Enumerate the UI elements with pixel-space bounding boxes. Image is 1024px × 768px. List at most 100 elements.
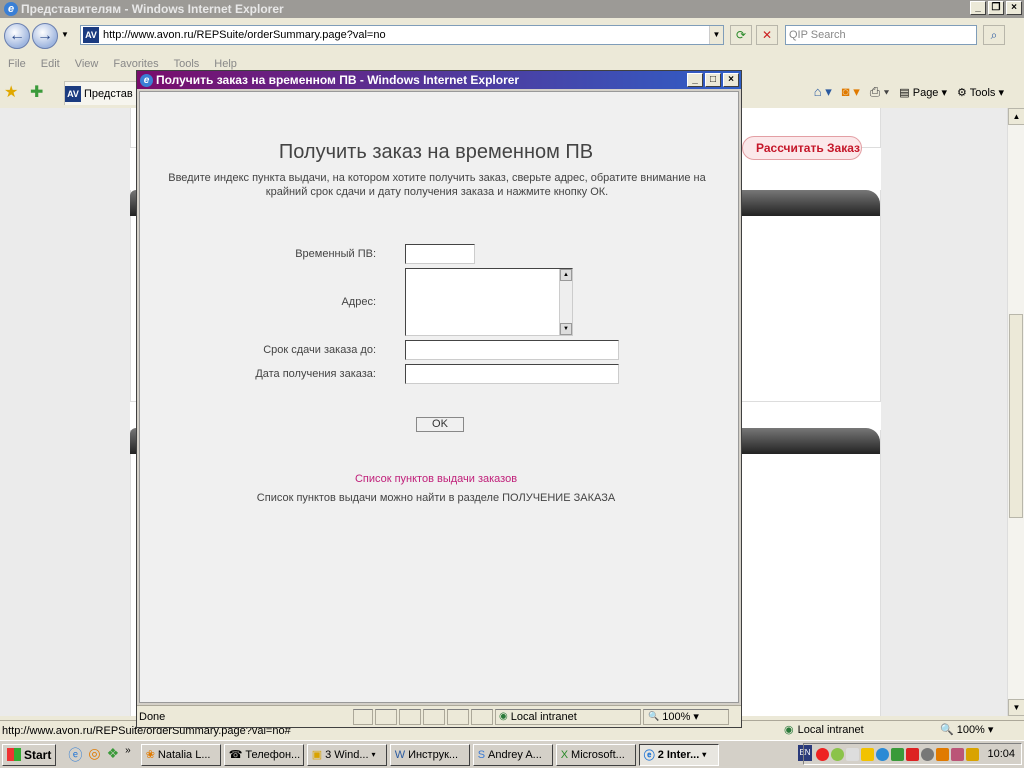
ok-button[interactable]: OK	[416, 417, 464, 432]
page-scrollbar[interactable]: ▲ ▼	[1007, 108, 1024, 716]
back-button[interactable]: ←	[4, 23, 30, 49]
address-toolbar: ← → ▼ AV http://www.avon.ru/REPSuite/ord…	[0, 18, 1024, 54]
search-input[interactable]: QIP Search	[785, 25, 977, 45]
task-phone[interactable]: ☎ Телефон...	[223, 743, 304, 766]
tray-icon[interactable]	[846, 747, 860, 761]
textarea-scroll-up-icon[interactable]: ▲	[560, 269, 572, 281]
ie-quicklaunch-icon[interactable]: ⓔ	[68, 745, 82, 765]
zoom-icon: 🔍	[940, 724, 954, 736]
menu-edit[interactable]: Edit	[41, 56, 66, 74]
tray-icon[interactable]	[936, 747, 950, 761]
history-dropdown-icon[interactable]: ▼	[61, 30, 69, 39]
main-window-titlebar: e Представителям - Windows Internet Expl…	[0, 0, 1024, 18]
zoom-control[interactable]: 🔍 100% ▾	[940, 723, 994, 737]
scroll-thumb[interactable]	[1009, 314, 1023, 518]
page-menu[interactable]: ▤ Page ▾	[899, 86, 947, 99]
popup-window-title: Получить заказ на временном ПВ - Windows…	[156, 73, 520, 87]
deadline-label: Срок сдачи заказа до:	[263, 344, 376, 356]
scroll-up-icon[interactable]: ▲	[1008, 108, 1024, 125]
status-cell	[447, 708, 469, 725]
forward-button[interactable]: →	[32, 23, 58, 49]
tray-icon[interactable]	[951, 747, 965, 761]
popup-close-button[interactable]: ×	[723, 73, 739, 87]
task-explorer-windows[interactable]: ▣ 3 Wind... ▾	[306, 743, 387, 766]
receive-date-input[interactable]	[405, 364, 619, 384]
group-dropdown-icon: ▾	[702, 750, 707, 759]
textarea-scroll-down-icon[interactable]: ▼	[560, 323, 572, 335]
address-dropdown-icon[interactable]: ▼	[709, 26, 723, 44]
popup-content: Получить заказ на временном ПВ Введите и…	[139, 91, 739, 703]
home-icon[interactable]: ⌂ ▾	[814, 84, 832, 100]
security-zone[interactable]: ◉ Local intranet	[784, 723, 864, 737]
temp-pv-label: Временный ПВ:	[295, 248, 376, 260]
app-quicklaunch-icon[interactable]: ❖	[107, 745, 120, 765]
address-textarea[interactable]: ▲ ▼	[405, 268, 573, 336]
temp-pv-input[interactable]	[405, 244, 475, 264]
network-tray-icon[interactable]	[876, 747, 890, 761]
tools-menu[interactable]: ⚙ Tools ▾	[957, 86, 1004, 99]
status-cell	[423, 708, 445, 725]
popup-minimize-button[interactable]: _	[687, 73, 703, 87]
restore-button[interactable]: ❐	[988, 1, 1004, 15]
menu-view[interactable]: View	[75, 56, 105, 74]
skype-icon: S	[477, 748, 486, 761]
icq-tray-icon[interactable]	[831, 747, 845, 761]
task-instructions[interactable]: W Инструк...	[389, 743, 470, 766]
phone-icon: ☎	[228, 749, 243, 761]
main-window-title: Представителям - Windows Internet Explor…	[21, 2, 284, 16]
scroll-down-icon[interactable]: ▼	[1008, 699, 1024, 716]
menu-file[interactable]: File	[8, 56, 32, 74]
quicklaunch-more-icon[interactable]: »	[125, 745, 131, 765]
system-tray: 10:04	[803, 743, 1022, 765]
pickup-points-note: Список пунктов выдачи можно найти в разд…	[256, 492, 616, 504]
tray-icon[interactable]	[906, 747, 920, 761]
tray-icon[interactable]	[891, 747, 905, 761]
url-text[interactable]: http://www.avon.ru/REPSuite/orderSummary…	[103, 29, 709, 41]
task-internet-explorer[interactable]: ⓔ 2 Inter... ▾	[638, 743, 719, 766]
excel-icon: X	[560, 748, 569, 761]
popup-maximize-button[interactable]: □	[705, 73, 721, 87]
address-scrollbar[interactable]: ▲ ▼	[559, 269, 572, 335]
group-dropdown-icon: ▾	[371, 750, 376, 759]
speaker-tray-icon[interactable]	[966, 747, 980, 761]
ie-logo-icon: e	[4, 2, 18, 16]
minimize-button[interactable]: _	[970, 1, 986, 15]
clock: 10:04	[987, 748, 1015, 760]
browser-quicklaunch-icon[interactable]: ◎	[88, 745, 100, 765]
tab-current[interactable]: AV Представ	[64, 81, 144, 105]
task-natalia[interactable]: ❀ Natalia L...	[140, 743, 221, 766]
print-icon[interactable]: ⎙ ▾	[870, 84, 889, 100]
calculate-order-button[interactable]: Рассчитать Заказ	[742, 136, 862, 160]
word-icon: W	[394, 748, 406, 761]
stop-button[interactable]: ✕	[756, 25, 778, 45]
quick-launch: ⓔ ◎ ❖ »	[68, 745, 130, 765]
address-field[interactable]: AV http://www.avon.ru/REPSuite/orderSumm…	[80, 25, 724, 45]
popup-zoom-dropdown-icon[interactable]: ▾	[693, 710, 699, 723]
page-right-margin	[881, 108, 1007, 716]
ie-task-icon: ⓔ	[643, 749, 655, 762]
search-icon[interactable]: ⌕	[983, 25, 1005, 45]
task-microsoft[interactable]: X Microsoft...	[555, 743, 636, 766]
feeds-icon[interactable]: ◙ ▾	[842, 84, 860, 100]
pickup-points-link[interactable]: Список пунктов выдачи заказов	[140, 473, 732, 485]
tray-icon[interactable]	[861, 747, 875, 761]
popup-heading: Получить заказ на временном ПВ	[278, 141, 594, 163]
refresh-button[interactable]: ⟳	[730, 25, 752, 45]
address-label: Адрес:	[341, 296, 376, 308]
deadline-input[interactable]	[405, 340, 619, 360]
popup-intranet-icon: ◉	[499, 711, 508, 722]
status-cell	[353, 708, 373, 725]
start-button[interactable]: Start	[2, 743, 57, 766]
command-bar: ⌂ ▾ ◙ ▾ ⎙ ▾ ▤ Page ▾ ⚙ Tools ▾	[814, 84, 1004, 100]
add-favorites-icon[interactable]: ✚	[30, 82, 43, 102]
popup-window: e Получить заказ на временном ПВ - Windo…	[136, 70, 742, 728]
popup-zoom-control[interactable]: 🔍 100% ▾	[643, 708, 729, 725]
close-button[interactable]: ×	[1006, 1, 1022, 15]
zoom-dropdown-icon[interactable]: ▾	[988, 723, 994, 736]
popup-security-zone[interactable]: ◉ Local intranet	[495, 708, 641, 725]
favorites-star-icon[interactable]: ★	[4, 82, 18, 102]
antivirus-tray-icon[interactable]	[816, 747, 830, 761]
tray-icon[interactable]	[921, 747, 935, 761]
task-andrey[interactable]: S Andrey A...	[472, 743, 553, 766]
status-cell	[471, 708, 493, 725]
